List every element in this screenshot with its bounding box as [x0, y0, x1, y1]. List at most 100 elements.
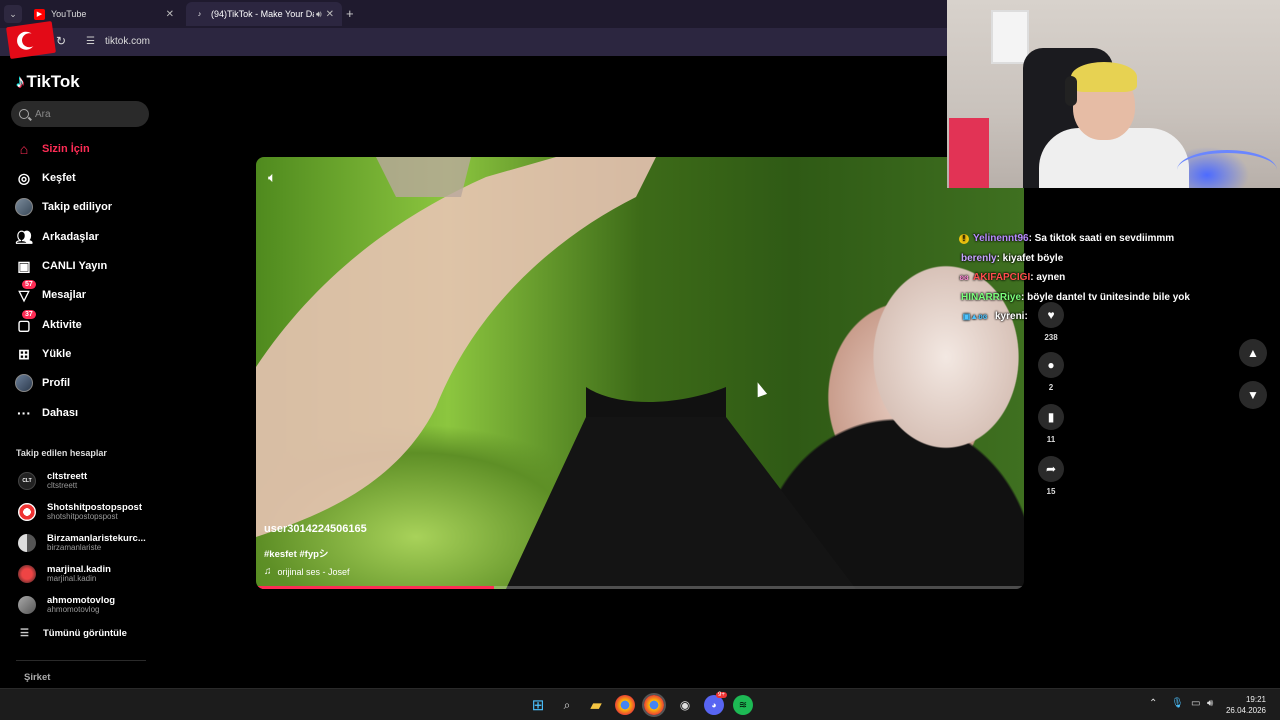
nav-friends[interactable]: 👥︎ Arkadaşlar	[14, 226, 154, 248]
nav-label: Arkadaşlar	[42, 231, 99, 243]
followed-account[interactable]: Birzamanlaristekurc... birzamanlariste	[18, 530, 158, 556]
volume-icon[interactable]: 🔊︎	[1207, 698, 1213, 709]
bookmark-action[interactable]: ▮ 11	[1037, 404, 1065, 444]
share-count: 15	[1046, 487, 1056, 496]
comment-count: 2	[1048, 383, 1054, 392]
compass-icon: ◎	[17, 169, 31, 186]
discord-icon[interactable]: ◕ 9+	[704, 692, 727, 715]
video-progress-fill	[256, 586, 495, 589]
obs-icon[interactable]: ◉	[675, 695, 695, 715]
avatar	[18, 565, 36, 583]
chrome-icon[interactable]	[615, 695, 635, 715]
see-all-button[interactable]: ☰ Tümünü görüntüle	[20, 628, 127, 639]
site-info-icon[interactable]: ☰	[86, 36, 95, 47]
warning-badge-icon: !	[959, 233, 969, 244]
avatar	[18, 534, 36, 552]
previous-video-chevron-up-icon[interactable]: ▲	[1239, 339, 1267, 367]
tiktok-logo[interactable]: ♪ TikTok	[16, 72, 80, 92]
bookmark-icon[interactable]: ▮	[1038, 404, 1064, 430]
music-note-icon: ♫	[264, 566, 272, 577]
nav-for-you[interactable]: ⌂ Sizin İçin	[14, 138, 154, 160]
chrome-active-icon[interactable]	[642, 693, 666, 717]
tab-search-chevron-icon[interactable]: ⌄	[4, 5, 22, 23]
nav-activity[interactable]: ▢ 37 Aktivite	[14, 310, 154, 336]
volume-icon[interactable]: 🔈︎	[268, 169, 276, 186]
nav-label: Mesajlar	[42, 289, 87, 301]
sound-label: orijinal ses - Josef	[277, 566, 350, 577]
next-video-chevron-down-icon[interactable]: ▼	[1239, 381, 1267, 409]
reload-icon[interactable]: ↻	[56, 34, 66, 48]
windows-taskbar: ⊞ ⌕ ▰ ◉ ◕ 9+ ≋ ⌃ 🎙︎ ▭ 🔊︎ 19:21 26.04.2026	[0, 688, 1280, 720]
home-icon: ⌂	[19, 141, 29, 157]
youtube-icon: ▶	[34, 8, 45, 20]
followed-account[interactable]: Shotshitpostopspost shotshitpostopspost	[18, 499, 158, 525]
followed-account[interactable]: marjinal.kadin marjinal.kadin	[18, 561, 158, 587]
network-icon[interactable]: ▭	[1191, 698, 1200, 709]
nav-more[interactable]: ··· Dahası	[14, 402, 154, 424]
comment-action[interactable]: ● 2	[1037, 352, 1065, 392]
list-icon: ☰	[20, 628, 29, 639]
account-handle: marjinal.kadin	[47, 573, 97, 583]
upload-icon: ⊞	[18, 345, 30, 362]
search-icon[interactable]: ⌕	[557, 695, 577, 715]
divider	[16, 660, 146, 661]
chat-message: ʚɞ AKIFAPCIGI : aynen	[959, 268, 1279, 288]
url-text[interactable]: tiktok.com	[105, 36, 150, 47]
bookmark-count: 11	[1046, 435, 1056, 444]
live-tv-icon: ▣	[17, 257, 31, 274]
company-link[interactable]: Şirket	[24, 672, 50, 683]
windows-start-icon[interactable]: ⊞	[528, 695, 548, 715]
see-all-label: Tümünü görüntüle	[42, 628, 127, 639]
tab-close-icon[interactable]: ✕	[326, 9, 334, 20]
search-bar[interactable]	[11, 101, 149, 127]
account-handle: cltstreett	[47, 480, 78, 490]
nav-profile[interactable]: Profil	[14, 372, 154, 394]
tab-title: (94)TikTok - Make Your Day	[211, 9, 314, 19]
nav-label: Aktivite	[42, 319, 82, 331]
microphone-icon[interactable]: 🎙︎	[1171, 698, 1184, 709]
nav-label: Dahası	[42, 407, 79, 419]
shelf	[949, 118, 989, 188]
streamer-hair	[1071, 62, 1137, 92]
search-input[interactable]	[35, 108, 135, 120]
nav-live[interactable]: ▣ CANLI Yayın	[14, 255, 154, 277]
video-author[interactable]: user3014224506165	[264, 523, 367, 535]
tray-chevron-up-icon[interactable]: ⌃	[1149, 698, 1157, 709]
video-frame-art	[256, 157, 856, 589]
spotify-icon[interactable]: ≋	[733, 695, 753, 715]
nav-label: CANLI Yayın	[42, 260, 108, 272]
butterfly-icon: ʚɞ	[959, 273, 969, 283]
chat-text: : Sa tiktok saati en sevdiimmm	[1028, 233, 1175, 245]
led-light	[1177, 150, 1277, 188]
messages-icon: ▽ 57	[14, 280, 36, 305]
system-clock[interactable]: 19:21 26.04.2026	[1226, 694, 1266, 716]
video-progress-bar[interactable]	[256, 586, 1024, 589]
share-action[interactable]: ➦ 15	[1037, 456, 1065, 496]
followed-account[interactable]: CLT cltstreett cltstreett	[18, 468, 158, 494]
file-explorer-icon[interactable]: ▰	[586, 695, 606, 715]
chat-message: ! Yelinennt96 : Sa tiktok saati en sevdi…	[959, 229, 1279, 249]
followed-account[interactable]: ahmomotovlog ahmomotovlog	[18, 592, 158, 618]
avatar	[18, 596, 36, 614]
nav-messages[interactable]: ▽ 57 Mesajlar	[14, 280, 154, 306]
webcam-overlay	[947, 0, 1280, 188]
video-sound[interactable]: ♫ orijinal ses - Josef	[264, 566, 350, 577]
clock-date: 26.04.2026	[1225, 706, 1266, 715]
friends-icon: 👥︎	[15, 228, 33, 245]
video-hashtags[interactable]: #kesfet #fypシ	[264, 546, 328, 560]
nav-explore[interactable]: ◎ Keşfet	[14, 167, 154, 189]
tab-tiktok[interactable]: ♪ (94)TikTok - Make Your Day 🔊︎ ✕	[186, 2, 342, 26]
chat-username: HINARRRiye	[961, 291, 1022, 303]
chat-username: berenly	[961, 252, 997, 264]
new-tab-plus-icon[interactable]: +	[346, 6, 354, 21]
nav-upload[interactable]: ⊞ Yükle	[14, 343, 154, 365]
nav-following[interactable]: Takip ediliyor	[14, 196, 154, 218]
speaker-icon[interactable]: 🔊︎	[316, 9, 322, 20]
chat-text: : aynen	[1030, 272, 1066, 284]
tab-close-icon[interactable]: ✕	[166, 9, 174, 20]
share-icon[interactable]: ➦	[1038, 456, 1064, 482]
video-player[interactable]: 🔈︎ user3014224506165 #kesfet #fypシ ♫ ori…	[256, 157, 1024, 589]
nav-label: Keşfet	[42, 172, 76, 184]
following-avatar-icon	[14, 197, 34, 217]
comment-icon[interactable]: ●	[1038, 352, 1064, 378]
